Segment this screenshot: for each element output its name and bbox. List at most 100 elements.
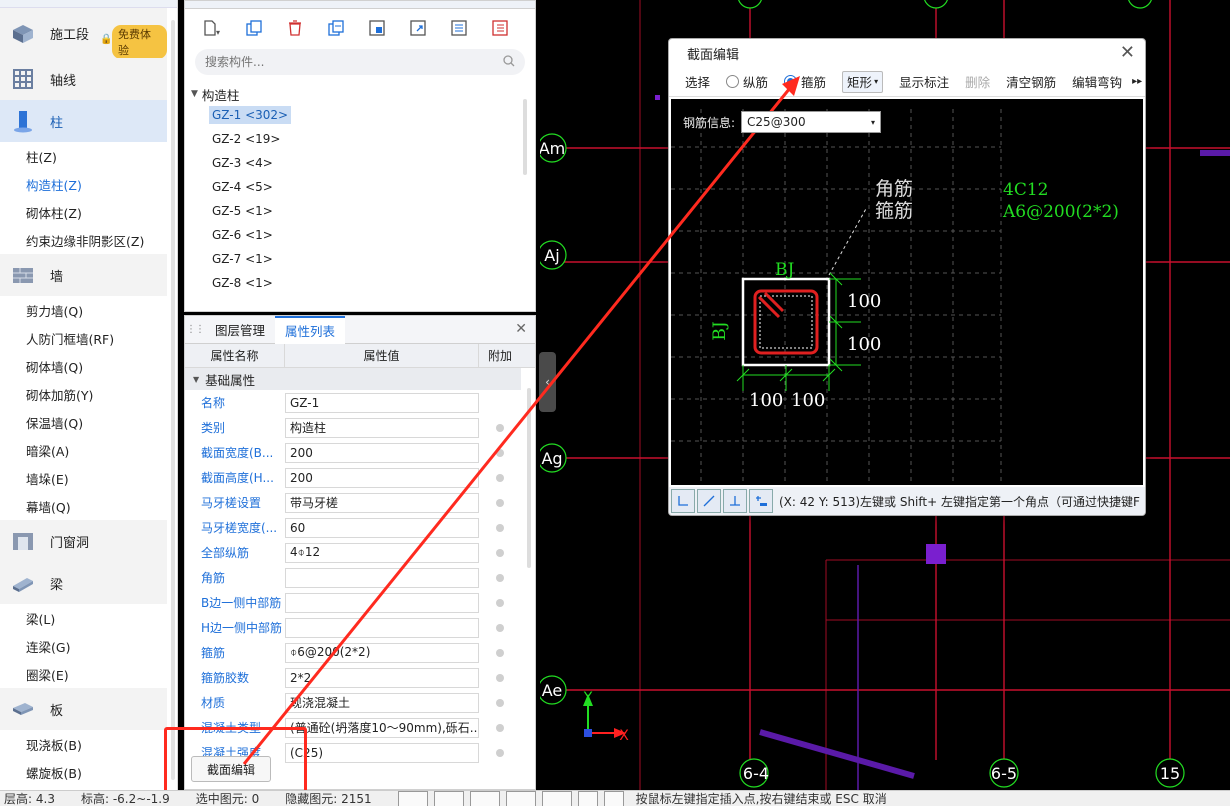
property-row[interactable]: 材质 现浇混凝土 bbox=[185, 690, 535, 715]
perpendicular-icon[interactable] bbox=[723, 489, 747, 513]
component-search-input[interactable] bbox=[205, 55, 475, 69]
property-value-field[interactable]: 构造柱 bbox=[285, 417, 479, 438]
property-value-field[interactable] bbox=[285, 567, 479, 588]
component-attribute-icon[interactable] bbox=[363, 15, 391, 41]
property-row[interactable]: 箍筋胶数 2*2 bbox=[185, 665, 535, 690]
property-group-basic[interactable]: ▼ 基础属性 bbox=[185, 368, 521, 390]
duplicate-layer-icon[interactable] bbox=[322, 15, 350, 41]
orthogonal-icon[interactable] bbox=[671, 489, 695, 513]
property-row[interactable]: 马牙槎宽度(... 60 bbox=[185, 515, 535, 540]
overflow-icon[interactable]: ▸▸ bbox=[1130, 70, 1144, 94]
arc-icon[interactable] bbox=[603, 791, 624, 806]
close-icon[interactable]: ✕ bbox=[515, 321, 527, 337]
property-value-field[interactable]: 200 bbox=[285, 442, 479, 463]
nav-item-beam[interactable]: 梁(L) bbox=[0, 604, 177, 632]
nav-item-constraint-edge[interactable]: 约束边缘非阴影区(Z) bbox=[0, 226, 177, 254]
nav-item-shear-wall[interactable]: 剪力墙(Q) bbox=[0, 296, 177, 324]
radio-longitudinal[interactable]: 纵筋 bbox=[718, 70, 776, 94]
snap-toggle-icon[interactable] bbox=[541, 791, 572, 806]
angle-icon[interactable] bbox=[505, 791, 536, 806]
component-item-gz6[interactable]: GZ-6 <1> bbox=[185, 223, 535, 247]
clear-rebar-button[interactable]: 清空钢筋 bbox=[998, 70, 1064, 94]
nav-item-curtain-wall[interactable]: 幕墙(Q) bbox=[0, 492, 177, 520]
nav-item-cast-slab[interactable]: 现浇板(B) bbox=[0, 730, 177, 758]
property-row[interactable]: 混凝土类型 (普通砼(坍落度10～90mm),砾石... bbox=[185, 715, 535, 740]
snap-icon[interactable] bbox=[749, 489, 773, 513]
property-value-field[interactable]: 60 bbox=[285, 517, 479, 538]
nav-item-spiral-slab[interactable]: 螺旋板(B) bbox=[0, 758, 177, 786]
show-marks-button[interactable]: 显示标注 bbox=[891, 70, 957, 94]
nav-item-ring-beam[interactable]: 圈梁(E) bbox=[0, 660, 177, 688]
extra-toggle-icon[interactable] bbox=[496, 673, 504, 682]
property-value-field[interactable]: GZ-1 bbox=[285, 392, 479, 413]
radio-stirrup[interactable]: 箍筋 bbox=[776, 70, 834, 94]
property-value-field[interactable] bbox=[285, 592, 479, 613]
component-item-gz4[interactable]: GZ-4 <5> bbox=[185, 175, 535, 199]
nav-item-coupling-beam[interactable]: 连梁(G) bbox=[0, 632, 177, 660]
copy-icon[interactable] bbox=[240, 15, 268, 41]
nav-item-masonry-wall[interactable]: 砌体墙(Q) bbox=[0, 352, 177, 380]
component-item-gz2[interactable]: GZ-2 <19> bbox=[185, 127, 535, 151]
extra-toggle-icon[interactable] bbox=[496, 573, 504, 582]
nav-category-beam[interactable]: 梁 bbox=[0, 562, 167, 604]
nav-item-constructional-column[interactable]: 构造柱(Z) bbox=[0, 170, 177, 198]
list-view-icon[interactable] bbox=[445, 15, 473, 41]
nav-item-masonry-reinforcement[interactable]: 砌体加筋(Y) bbox=[0, 380, 177, 408]
nav-category-column[interactable]: 柱 bbox=[0, 100, 167, 142]
property-row[interactable]: H边一侧中部筋 bbox=[185, 615, 535, 640]
extra-toggle-icon[interactable] bbox=[496, 423, 504, 432]
extra-toggle-icon[interactable] bbox=[496, 473, 504, 482]
property-row[interactable]: 类别 构造柱 bbox=[185, 415, 535, 440]
property-value-field[interactable]: (普通砼(坍落度10～90mm),砾石... bbox=[285, 717, 479, 738]
property-value-field[interactable]: 4⌽12 bbox=[285, 542, 479, 563]
extra-toggle-icon[interactable] bbox=[496, 698, 504, 707]
property-row[interactable]: 截面高度(H... 200 bbox=[185, 465, 535, 490]
component-item-gz1[interactable]: GZ-1 <302> bbox=[185, 103, 535, 127]
nav-category-openings[interactable]: 门窗洞 bbox=[0, 520, 167, 562]
extra-toggle-icon[interactable] bbox=[496, 598, 504, 607]
property-row[interactable]: 全部纵筋 4⌽12 bbox=[185, 540, 535, 565]
tab-layer-management[interactable]: 图层管理 bbox=[205, 316, 275, 344]
box-select-icon[interactable] bbox=[433, 791, 464, 806]
property-row[interactable]: 角筋 bbox=[185, 565, 535, 590]
group-collapse-icon[interactable]: ▼ bbox=[193, 375, 199, 384]
component-item-gz5[interactable]: GZ-5 <1> bbox=[185, 199, 535, 223]
nav-category-axis[interactable]: 轴线 bbox=[0, 58, 167, 100]
drag-grip-icon[interactable]: ⋮⋮ bbox=[185, 324, 205, 335]
extra-toggle-icon[interactable] bbox=[496, 723, 504, 732]
extra-toggle-icon[interactable] bbox=[496, 548, 504, 557]
nav-item-column[interactable]: 柱(Z) bbox=[0, 142, 177, 170]
nav-category-construction-segment[interactable]: 施工段 🔒 免费体验 bbox=[0, 8, 167, 59]
dialog-title-bar[interactable]: 截面编辑 ✕ bbox=[669, 39, 1145, 67]
delete-button[interactable]: 删除 bbox=[957, 70, 998, 94]
property-row[interactable]: B边一侧中部筋 bbox=[185, 590, 535, 615]
layer-toggle-icon[interactable] bbox=[577, 791, 598, 806]
tree-group-constructional-column[interactable]: ▼ 构造柱 bbox=[185, 85, 535, 103]
line-icon[interactable] bbox=[697, 489, 721, 513]
rebar-info-dropdown[interactable]: C25@300 ▾ bbox=[741, 111, 882, 133]
property-value-field[interactable] bbox=[285, 617, 479, 638]
nav-item-insulation-wall[interactable]: 保温墙(Q) bbox=[0, 408, 177, 436]
section-edit-button[interactable]: 截面编辑 bbox=[191, 756, 271, 782]
search-icon[interactable] bbox=[503, 54, 515, 70]
property-row[interactable]: 箍筋 ⌽6@200(2*2) bbox=[185, 640, 535, 665]
nav-item-civil-defense-door-wall[interactable]: 人防门框墙(RF) bbox=[0, 324, 177, 352]
extra-toggle-icon[interactable] bbox=[496, 623, 504, 632]
component-item-gz8[interactable]: GZ-8 <1> bbox=[185, 271, 535, 295]
component-item-gz3[interactable]: GZ-3 <4> bbox=[185, 151, 535, 175]
property-value-field[interactable]: 2*2 bbox=[285, 667, 479, 688]
detail-view-icon[interactable] bbox=[486, 15, 514, 41]
extra-toggle-icon[interactable] bbox=[496, 498, 504, 507]
property-scrollbar[interactable] bbox=[527, 388, 531, 568]
extra-toggle-icon[interactable] bbox=[496, 448, 504, 457]
extra-toggle-icon[interactable] bbox=[496, 523, 504, 532]
extra-toggle-icon[interactable] bbox=[496, 748, 504, 757]
tab-property-list[interactable]: 属性列表 bbox=[275, 315, 346, 344]
section-drawing-canvas[interactable]: 钢筋信息: C25@300 ▾ 角筋 箍筋 4C12 A6@200(2*2) B… bbox=[671, 99, 1143, 485]
nav-category-wall[interactable]: 墙 bbox=[0, 254, 167, 296]
nav-item-hidden-beam[interactable]: 暗梁(A) bbox=[0, 436, 177, 464]
cross-select-icon[interactable] bbox=[469, 791, 500, 806]
delete-icon[interactable] bbox=[281, 15, 309, 41]
free-trial-badge[interactable]: 免费体验 bbox=[112, 25, 167, 59]
tree-expand-icon[interactable]: ▼ bbox=[191, 89, 198, 99]
